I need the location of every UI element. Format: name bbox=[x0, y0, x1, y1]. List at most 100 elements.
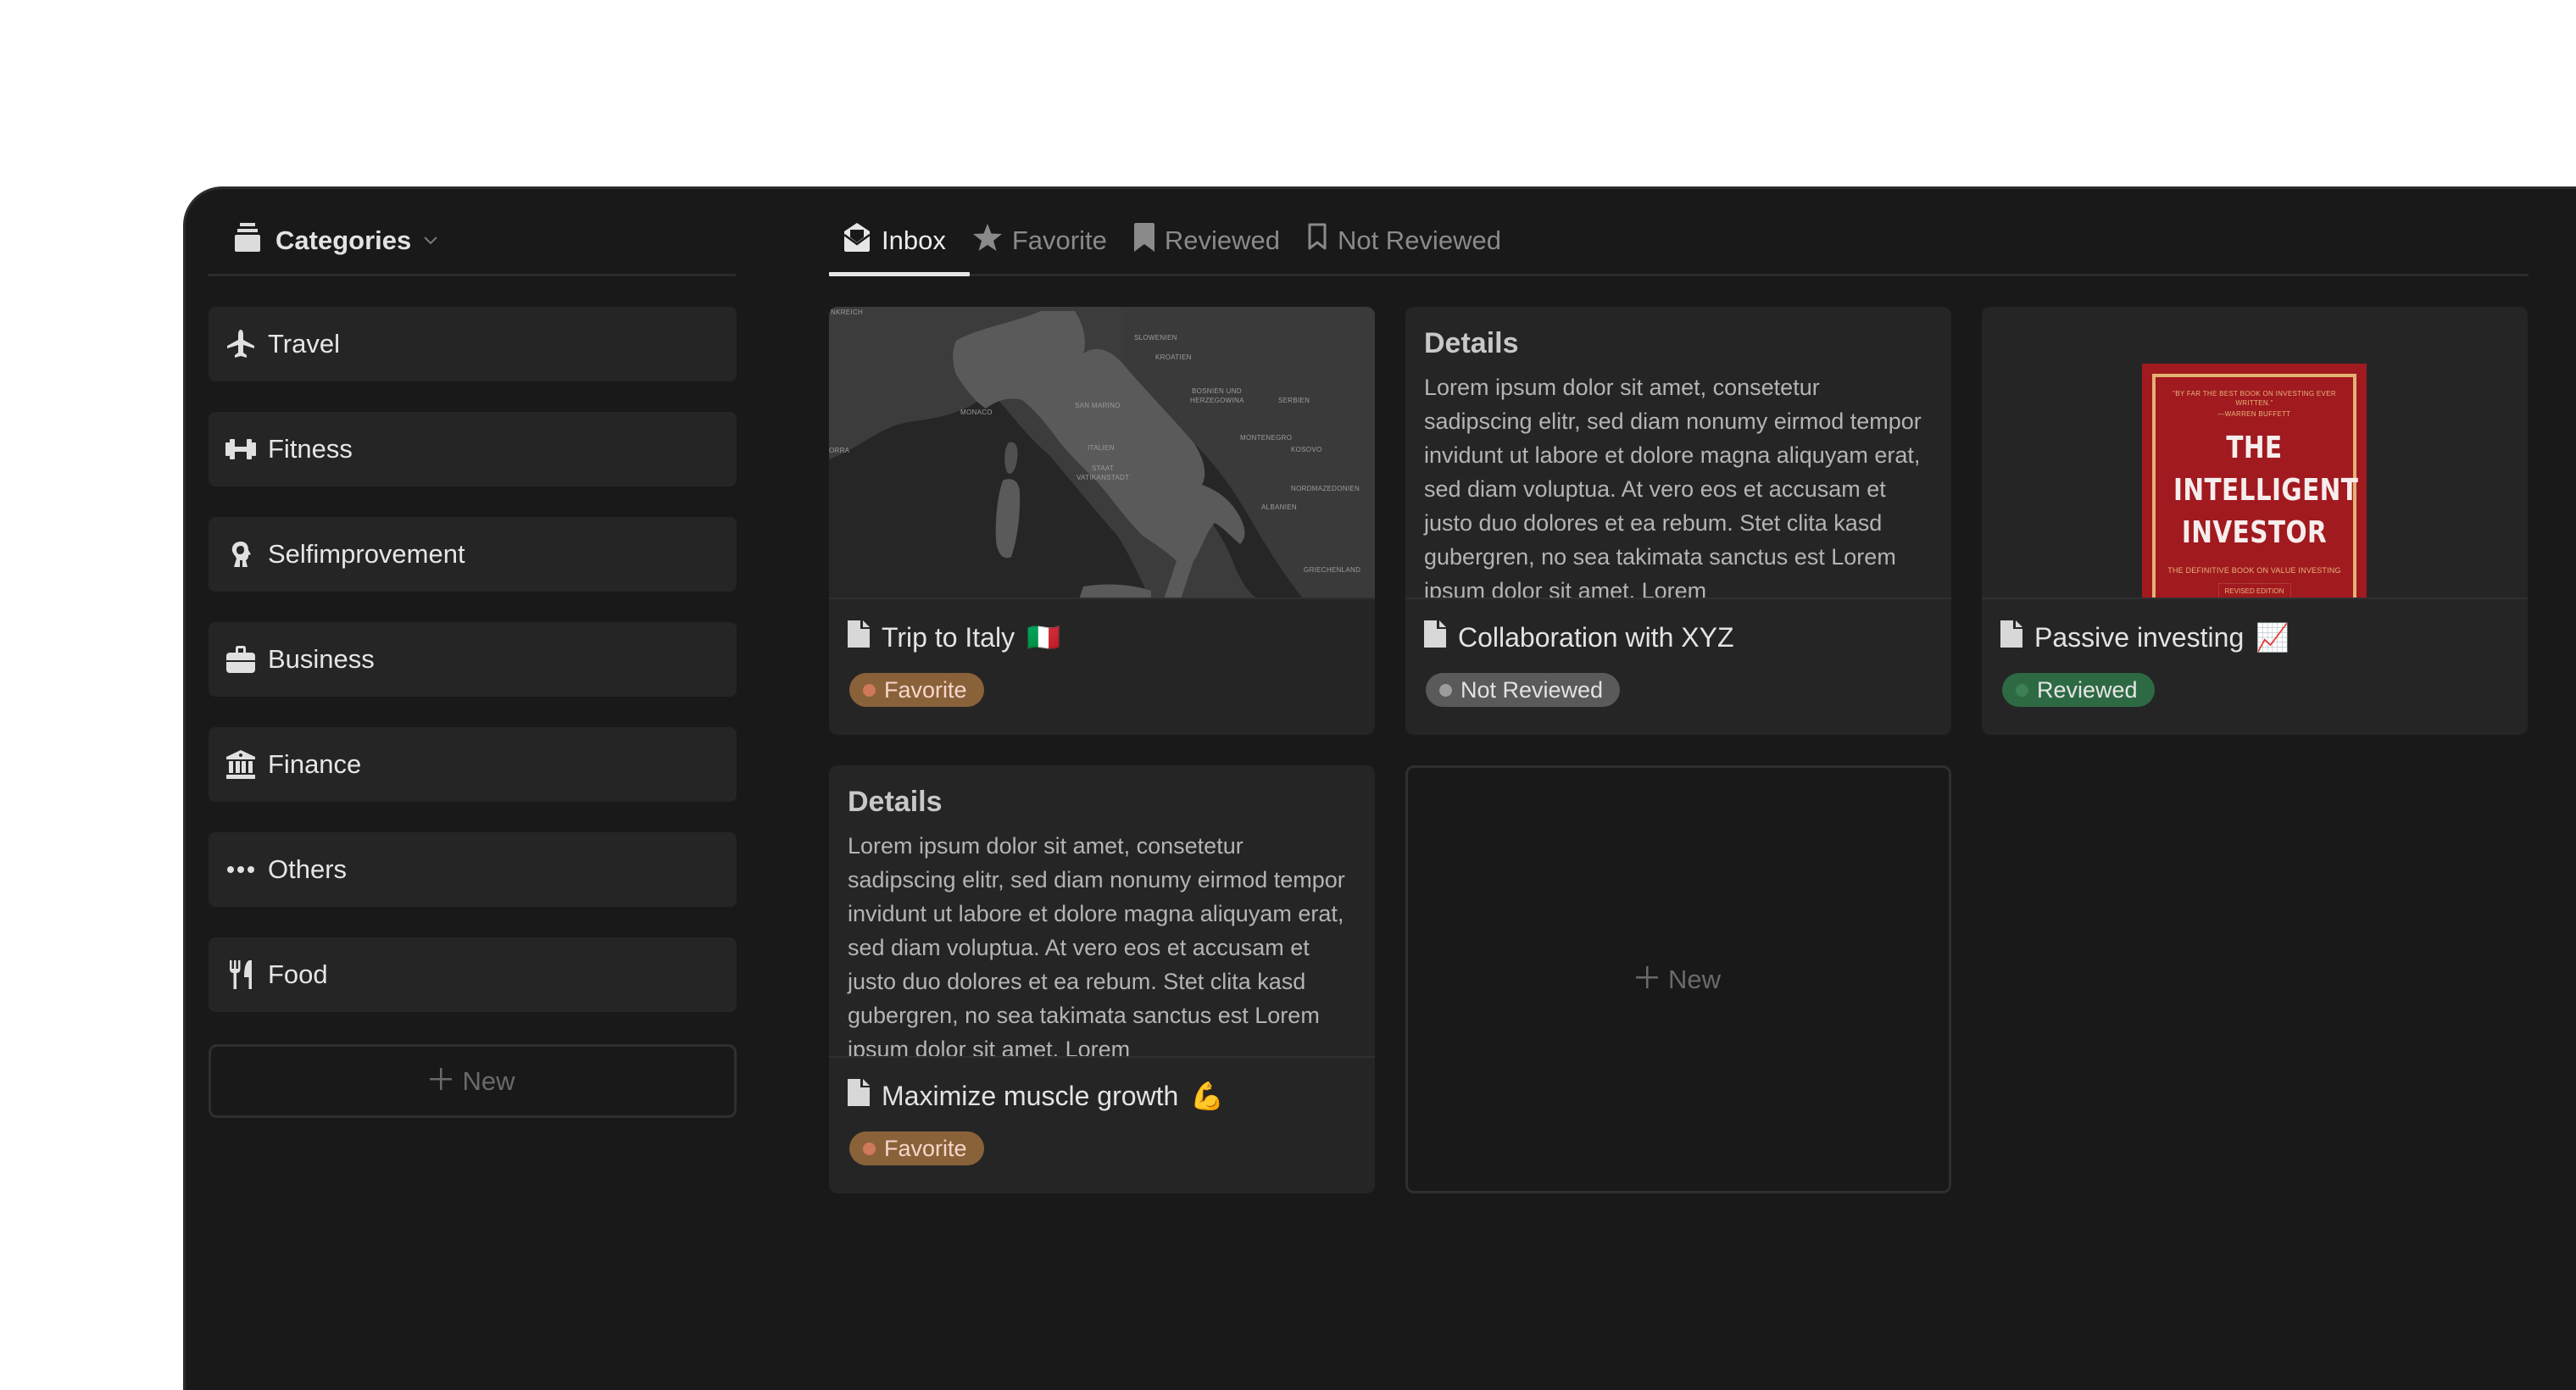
star-icon bbox=[972, 224, 1002, 258]
status-badge-label: Reviewed bbox=[2037, 676, 2138, 703]
map-label: SLOWENIEN bbox=[1134, 334, 1177, 342]
tab-label: Reviewed bbox=[1164, 225, 1280, 255]
fork-knife-icon bbox=[225, 959, 256, 990]
status-badge: Reviewed bbox=[2002, 673, 2155, 707]
sidebar-item-label: Travel bbox=[268, 329, 340, 359]
card-title: Trip to Italy 🇮🇹 bbox=[848, 620, 1060, 654]
new-category-button[interactable]: New bbox=[209, 1044, 737, 1118]
chart-increasing-icon: 📈 bbox=[2256, 622, 2290, 653]
sidebar-divider bbox=[208, 274, 736, 276]
card-cover-details: Details Lorem ipsum dolor sit amet, cons… bbox=[1405, 307, 1951, 599]
card-maximize-muscle-growth[interactable]: Details Lorem ipsum dolor sit amet, cons… bbox=[829, 765, 1375, 1193]
card-title-text: Trip to Italy bbox=[882, 621, 1015, 653]
card-passive-investing[interactable]: "BY FAR THE BEST BOOK ON INVESTING EVER … bbox=[1982, 307, 2528, 735]
active-tab-indicator bbox=[829, 272, 970, 276]
status-badge: Favorite bbox=[849, 1131, 984, 1165]
map-label: SAN MARINO bbox=[1075, 402, 1121, 409]
categories-label: Categories bbox=[275, 225, 412, 255]
card-title: Passive investing 📈 bbox=[2000, 620, 2289, 654]
sidebar-item-label: Food bbox=[268, 959, 328, 989]
page-icon bbox=[2000, 620, 2022, 654]
book-title-line: THE bbox=[2226, 431, 2283, 465]
card-collaboration-with-xyz[interactable]: Details Lorem ipsum dolor sit amet, cons… bbox=[1405, 307, 1951, 735]
italy-flag-icon: 🇮🇹 bbox=[1027, 622, 1060, 653]
status-badge-label: Not Reviewed bbox=[1460, 676, 1604, 703]
sidebar-item-travel[interactable]: Travel bbox=[209, 307, 737, 381]
status-badge-label: Favorite bbox=[884, 1135, 967, 1161]
airplane-icon bbox=[225, 329, 256, 359]
status-dot bbox=[863, 1142, 876, 1155]
categories-dropdown[interactable]: Categories bbox=[235, 220, 438, 262]
book-title-line: INTELLIGENT bbox=[2173, 473, 2359, 508]
card-cover-map: NKREICH SLOWENIEN KROATIEN BOSNIEN UND H… bbox=[829, 307, 1375, 599]
card-title: Maximize muscle growth 💪 bbox=[848, 1079, 1224, 1113]
status-dot bbox=[2016, 683, 2028, 697]
card-title-text: Collaboration with XYZ bbox=[1458, 621, 1734, 653]
tab-label: Inbox bbox=[882, 225, 946, 255]
tab-favorite[interactable]: Favorite bbox=[960, 220, 1121, 262]
card-cover-details: Details Lorem ipsum dolor sit amet, cons… bbox=[829, 765, 1375, 1058]
details-body: Lorem ipsum dolor sit amet, consetetur s… bbox=[848, 833, 1345, 1058]
map-label: STAAT bbox=[1092, 464, 1115, 472]
map-label: MONTENEGRO bbox=[1240, 434, 1293, 442]
view-tabs: Inbox Favorite Reviewed Not Reviewed bbox=[829, 220, 1515, 262]
tab-not-reviewed[interactable]: Not Reviewed bbox=[1294, 220, 1515, 262]
category-list: Travel Fitness Selfimprovement Business … bbox=[209, 307, 737, 1042]
tab-reviewed[interactable]: Reviewed bbox=[1121, 220, 1294, 262]
sidebar-item-fitness[interactable]: Fitness bbox=[209, 412, 737, 486]
bookmark-outline-icon bbox=[1307, 223, 1327, 259]
head-profile-icon bbox=[225, 539, 256, 570]
sidebar-item-business[interactable]: Business bbox=[209, 622, 737, 697]
details-heading: Details bbox=[848, 786, 943, 818]
ellipsis-icon bbox=[225, 854, 256, 885]
bookmark-filled-icon bbox=[1133, 223, 1154, 259]
map-label: ITALIEN bbox=[1088, 444, 1115, 452]
details-body: Lorem ipsum dolor sit amet, consetetur s… bbox=[1424, 375, 1922, 599]
sidebar-item-others[interactable]: Others bbox=[209, 832, 737, 907]
book-title-line: INVESTOR bbox=[2181, 515, 2328, 550]
map-label: VATIKANSTADT bbox=[1077, 474, 1130, 481]
chevron-down-icon bbox=[423, 231, 438, 251]
page-icon bbox=[1424, 620, 1446, 654]
plus-icon bbox=[1635, 965, 1658, 995]
tab-inbox[interactable]: Inbox bbox=[829, 220, 960, 262]
sidebar-item-food[interactable]: Food bbox=[209, 937, 737, 1012]
book-subtitle: THE DEFINITIVE BOOK ON VALUE INVESTING bbox=[2167, 566, 2341, 575]
tabs-divider bbox=[829, 274, 2529, 276]
app-window: Categories Travel Fitness Selfimprovemen… bbox=[183, 186, 2576, 1390]
sidebar-item-selfimprovement[interactable]: Selfimprovement bbox=[209, 517, 737, 592]
details-heading: Details bbox=[1424, 327, 1519, 359]
book-quote-author: —WARREN BUFFETT bbox=[2217, 410, 2291, 418]
sidebar-item-label: Finance bbox=[268, 749, 362, 779]
status-badge: Favorite bbox=[849, 673, 984, 707]
new-category-label: New bbox=[462, 1065, 515, 1096]
map-label: KROATIEN bbox=[1155, 353, 1192, 361]
status-dot bbox=[1439, 683, 1452, 697]
map-label: SERBIEN bbox=[1278, 397, 1310, 404]
card-cover-book: "BY FAR THE BEST BOOK ON INVESTING EVER … bbox=[1982, 307, 2528, 599]
archive-box-icon bbox=[235, 223, 260, 259]
plus-icon bbox=[430, 1066, 453, 1097]
card-trip-to-italy[interactable]: NKREICH SLOWENIEN KROATIEN BOSNIEN UND H… bbox=[829, 307, 1375, 735]
map-label: NKREICH bbox=[831, 309, 864, 316]
book-cover-image: "BY FAR THE BEST BOOK ON INVESTING EVER … bbox=[2142, 364, 2367, 599]
new-card-button[interactable]: New bbox=[1405, 765, 1951, 1193]
bank-icon bbox=[225, 749, 256, 780]
page-icon bbox=[848, 1079, 870, 1113]
sidebar-item-label: Selfimprovement bbox=[268, 539, 465, 569]
status-dot bbox=[863, 683, 876, 697]
sidebar-item-finance[interactable]: Finance bbox=[209, 727, 737, 802]
map-label: MONACO bbox=[960, 409, 993, 416]
flexed-bicep-icon: 💪 bbox=[1190, 1081, 1225, 1111]
dumbbell-icon bbox=[225, 434, 256, 464]
status-badge: Not Reviewed bbox=[1426, 673, 1621, 707]
map-label: ALBANIEN bbox=[1261, 503, 1297, 511]
card-title: Collaboration with XYZ bbox=[1424, 620, 1733, 654]
sidebar-item-label: Business bbox=[268, 644, 375, 674]
map-label: BOSNIEN UND bbox=[1192, 387, 1242, 395]
map-label: HERZEGOWINA bbox=[1190, 397, 1244, 404]
open-envelope-icon bbox=[843, 223, 871, 259]
card-title-text: Passive investing bbox=[2034, 621, 2245, 653]
tab-label: Favorite bbox=[1011, 225, 1107, 255]
book-quote: "BY FAR THE BEST BOOK ON INVESTING EVER … bbox=[2173, 390, 2336, 407]
